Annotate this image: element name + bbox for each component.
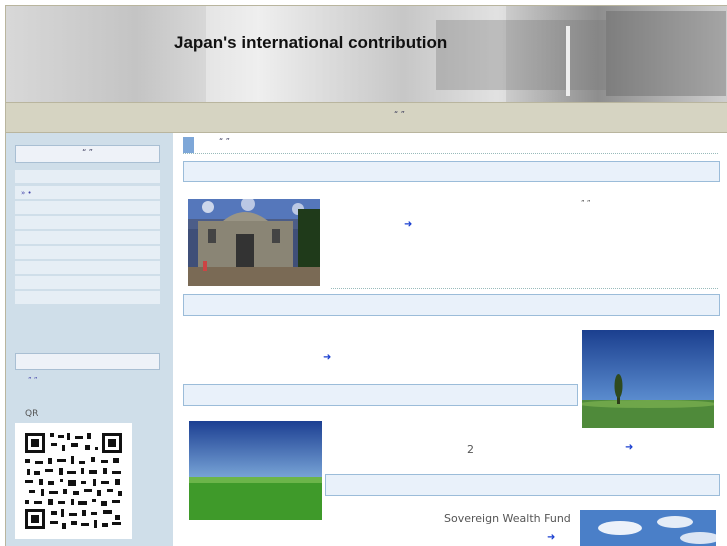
article-image-tree[interactable] <box>582 330 714 428</box>
banner-building <box>436 20 606 90</box>
article-bar <box>325 474 720 496</box>
field-photo <box>189 421 322 520</box>
sidebar-item[interactable] <box>15 261 160 275</box>
tree-photo <box>582 330 714 428</box>
nav-link[interactable]: “ ” <box>394 110 405 119</box>
read-more-arrow[interactable]: ➜ <box>625 442 633 453</box>
sidebar-item[interactable]: » • <box>15 186 160 200</box>
sidebar-item[interactable] <box>15 231 160 245</box>
main-content: “ ” ” ” ➜ ➜ 2 ➜ Sovereign Wealth Fund ➜ <box>173 133 727 546</box>
section-title: “ ” <box>219 137 230 146</box>
divider <box>331 288 718 289</box>
article-image-sky[interactable] <box>580 510 716 546</box>
number-text: 2 <box>467 443 474 456</box>
quote-mark: ” ” <box>581 199 591 207</box>
qr-code <box>15 423 132 539</box>
nav-bar: “ ” <box>6 102 727 133</box>
article-bar <box>183 294 720 316</box>
sidebar-link[interactable]: ” ” <box>28 376 37 384</box>
site-title: Japan's international contribution <box>174 33 448 52</box>
banner-pillar <box>566 26 570 96</box>
fund-text: Sovereign Wealth Fund <box>444 512 571 525</box>
banner-building-right <box>606 11 726 96</box>
sidebar-heading: “ ” <box>15 145 160 163</box>
sidebar-item[interactable] <box>15 170 160 184</box>
read-more-arrow[interactable]: ➜ <box>323 352 331 363</box>
sidebar-item[interactable] <box>15 291 160 305</box>
page-frame: Japan's international contribution “ ” “… <box>5 5 727 546</box>
sidebar-item[interactable] <box>15 246 160 260</box>
section-marker <box>183 137 194 153</box>
section-header: “ ” <box>183 137 718 154</box>
sidebar-item[interactable] <box>15 276 160 290</box>
article-bar <box>183 161 720 182</box>
read-more-arrow[interactable]: ➜ <box>404 219 412 230</box>
sidebar-item[interactable] <box>15 216 160 230</box>
article-image-field[interactable] <box>189 421 322 520</box>
sidebar: “ ” » • ” ” QR <box>6 133 173 546</box>
read-more-arrow[interactable]: ➜ <box>547 532 555 543</box>
article-image-mission[interactable] <box>188 199 320 286</box>
mission-photo <box>188 199 320 286</box>
qr-code-image <box>15 423 132 539</box>
sidebar-item[interactable] <box>15 201 160 215</box>
sidebar-box <box>15 353 160 370</box>
sky-photo <box>580 510 716 546</box>
qr-label: QR <box>25 409 39 419</box>
header-banner: Japan's international contribution <box>6 6 727 102</box>
article-bar <box>183 384 578 406</box>
